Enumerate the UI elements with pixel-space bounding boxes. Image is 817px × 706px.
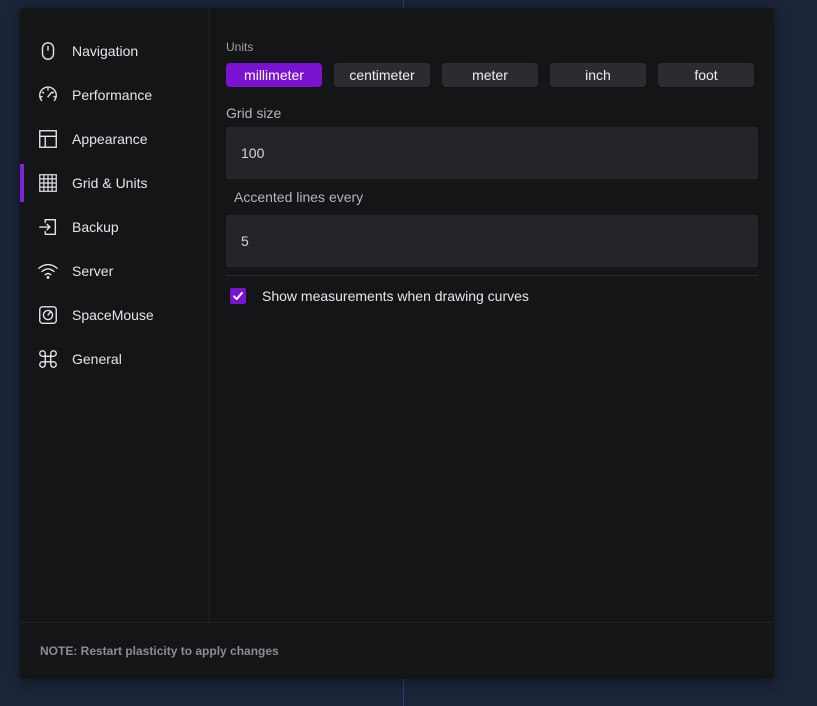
unit-centimeter-button[interactable]: centimeter bbox=[334, 63, 430, 87]
sidebar-item-performance[interactable]: Performance bbox=[20, 76, 209, 114]
grid-size-input[interactable]: 100 bbox=[226, 127, 758, 179]
grid-icon bbox=[36, 171, 60, 195]
sidebar-item-label: Backup bbox=[72, 219, 119, 235]
sidebar-item-label: Performance bbox=[72, 87, 153, 103]
sidebar-item-label: Appearance bbox=[72, 131, 148, 147]
unit-foot-button[interactable]: foot bbox=[658, 63, 754, 87]
accented-lines-value: 5 bbox=[241, 233, 249, 249]
dialog-footer: NOTE: Restart plasticity to apply change… bbox=[20, 622, 774, 679]
layout-icon bbox=[36, 127, 60, 151]
sidebar-item-label: Server bbox=[72, 263, 114, 279]
sidebar-item-label: General bbox=[72, 351, 122, 367]
sidebar-item-spacemouse[interactable]: SpaceMouse bbox=[20, 296, 209, 334]
grid-size-label: Grid size bbox=[226, 105, 282, 121]
checkmark-icon bbox=[233, 291, 243, 301]
settings-content: Units millimeter centimeter meter inch f… bbox=[226, 8, 758, 622]
wifi-icon bbox=[36, 259, 60, 283]
sidebar-item-server[interactable]: Server bbox=[20, 252, 209, 290]
sidebar-item-label: Grid & Units bbox=[72, 175, 148, 191]
unit-meter-button[interactable]: meter bbox=[442, 63, 538, 87]
restart-note: NOTE: Restart plasticity to apply change… bbox=[40, 644, 279, 658]
mouse-icon bbox=[36, 39, 60, 63]
show-measurements-label: Show measurements when drawing curves bbox=[262, 288, 529, 304]
command-icon bbox=[36, 347, 60, 371]
accented-lines-input[interactable]: 5 bbox=[226, 215, 758, 267]
unit-millimeter-button[interactable]: millimeter bbox=[226, 63, 322, 87]
import-icon bbox=[36, 215, 60, 239]
grid-size-value: 100 bbox=[241, 145, 265, 161]
spacemouse-icon bbox=[36, 303, 60, 327]
sidebar-item-general[interactable]: General bbox=[20, 340, 209, 378]
sidebar-item-label: SpaceMouse bbox=[72, 307, 154, 323]
settings-dialog: Navigation Performance Appearance Grid &… bbox=[20, 8, 774, 679]
sidebar-item-appearance[interactable]: Appearance bbox=[20, 120, 209, 158]
active-indicator bbox=[20, 164, 24, 202]
sidebar-item-label: Navigation bbox=[72, 43, 139, 59]
sidebar-item-navigation[interactable]: Navigation bbox=[20, 32, 209, 70]
show-measurements-checkbox[interactable] bbox=[230, 288, 246, 304]
divider bbox=[226, 275, 758, 276]
sidebar-item-grid-units[interactable]: Grid & Units bbox=[20, 164, 209, 202]
speedometer-icon bbox=[36, 83, 60, 107]
units-label: Units bbox=[226, 40, 254, 54]
accented-lines-label: Accented lines every bbox=[234, 189, 364, 205]
sidebar-item-backup[interactable]: Backup bbox=[20, 208, 209, 246]
settings-sidebar: Navigation Performance Appearance Grid &… bbox=[20, 8, 210, 622]
unit-inch-button[interactable]: inch bbox=[550, 63, 646, 87]
